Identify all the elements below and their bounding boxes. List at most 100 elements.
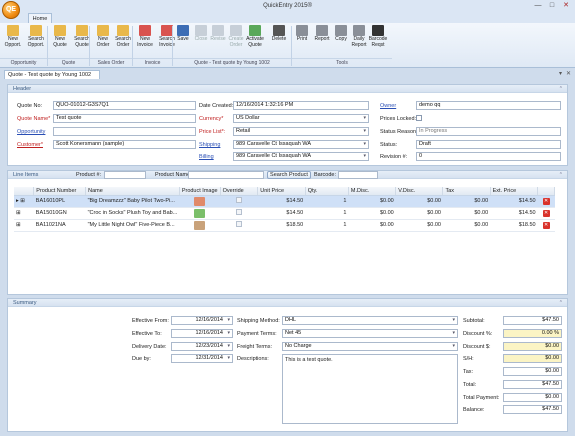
column-header[interactable]: Name: [85, 187, 180, 196]
delete-row-icon[interactable]: ✕: [542, 221, 550, 229]
column-header[interactable]: M.Disc.: [348, 187, 397, 196]
subtotal-field[interactable]: $47.50: [503, 316, 562, 325]
maximize-button[interactable]: □: [545, 0, 559, 12]
cell-name[interactable]: "Croc in Socks" Plush Toy and Bab...: [85, 207, 180, 220]
override-checkbox[interactable]: [235, 209, 242, 215]
billing-select[interactable]: 989 Caravelle Ct Issaquah WA: [233, 152, 369, 161]
currency-select[interactable]: US Dollar: [233, 114, 369, 123]
save-button[interactable]: Save: [173, 25, 193, 43]
effective-to-picker[interactable]: 12/16/2014: [171, 329, 233, 338]
column-header[interactable]: Tax: [442, 187, 491, 196]
copy-button[interactable]: Copy: [331, 25, 351, 43]
collapse-icon[interactable]: ⌃: [559, 299, 563, 307]
cell-tax[interactable]: $0.00: [442, 195, 491, 208]
cell-mdisc[interactable]: $0.00: [348, 207, 396, 220]
sh-field[interactable]: $0.00: [503, 354, 562, 363]
override-checkbox[interactable]: [235, 197, 242, 203]
activate-quote-button[interactable]: Activate Quote: [245, 25, 265, 48]
column-header[interactable]: Unit Price: [257, 187, 306, 196]
cell-tax[interactable]: $0.00: [442, 207, 491, 220]
product-no-input[interactable]: [104, 171, 146, 179]
revision-field[interactable]: 0: [416, 152, 561, 161]
shipping-select[interactable]: 989 Caravelle Ct Issaquah WA: [233, 140, 369, 149]
shipping-link[interactable]: Shipping: [199, 142, 220, 148]
column-header[interactable]: Product Image: [179, 187, 221, 196]
discount-pct-field[interactable]: 0.00 %: [503, 329, 562, 338]
column-header[interactable]: Ext. Price: [490, 187, 539, 196]
column-header[interactable]: Product Number: [33, 187, 87, 196]
cell-unit[interactable]: $18.50: [257, 219, 306, 232]
close-document-button[interactable]: ✕: [566, 70, 571, 77]
prices-locked-checkbox[interactable]: [416, 115, 422, 121]
billing-link[interactable]: Billing: [199, 154, 214, 160]
delete-row-icon[interactable]: ✕: [542, 209, 550, 217]
close-window-button[interactable]: ✕: [559, 0, 573, 12]
cell-vdisc[interactable]: $0.00: [395, 207, 443, 220]
new-invoice-button[interactable]: New Invoice: [135, 25, 155, 48]
cell-number[interactable]: BA11021NA: [33, 219, 86, 232]
balance-field[interactable]: $47.50: [503, 405, 562, 414]
cell-ext[interactable]: $14.50: [490, 195, 538, 208]
cell-vdisc[interactable]: $0.00: [395, 219, 443, 232]
cell-mdisc[interactable]: $0.00: [348, 219, 396, 232]
total-field[interactable]: $47.50: [503, 380, 562, 389]
cell-number[interactable]: BA15010GN: [33, 207, 86, 220]
tax-field[interactable]: $0.00: [503, 367, 562, 376]
search-product-button[interactable]: Search Product: [267, 171, 311, 179]
price-list-select[interactable]: Retail: [233, 127, 369, 136]
daily-report-button[interactable]: Daily Report: [349, 25, 369, 48]
override-checkbox[interactable]: [235, 221, 242, 227]
quote-name-field[interactable]: Test quote: [53, 114, 196, 123]
expand-row-button[interactable]: ⊞: [14, 219, 34, 232]
total-payment-field[interactable]: $0.00: [503, 393, 562, 402]
cell-name[interactable]: "Big Dreamzzz" Baby Pilot Two-Pi...: [85, 195, 180, 208]
effective-from-picker[interactable]: 12/16/2014: [171, 316, 233, 325]
opportunity-link[interactable]: Opportunity: [17, 129, 45, 135]
delete-button[interactable]: Delete: [269, 25, 289, 43]
expand-row-button[interactable]: ▸ ⊞: [14, 195, 34, 208]
shipping-method-select[interactable]: DHL: [282, 316, 458, 325]
expand-row-button[interactable]: ⊞: [14, 207, 34, 220]
quote-no-field[interactable]: QUO-01012-G3S7Q1: [53, 101, 196, 110]
cell-ext[interactable]: $18.50: [490, 219, 538, 232]
cell-tax[interactable]: $0.00: [442, 219, 491, 232]
collapse-icon[interactable]: ⌃: [559, 85, 563, 93]
owner-link[interactable]: Owner: [380, 103, 396, 109]
pin-icon[interactable]: ▾: [559, 70, 562, 77]
document-tab[interactable]: Quote - Test quote by Young 1002: [4, 70, 100, 79]
report-button[interactable]: Report: [312, 25, 332, 43]
customer-field[interactable]: Scott Konersmann (sample): [53, 140, 196, 149]
customer-link[interactable]: Customer*: [17, 142, 43, 148]
column-header[interactable]: Override: [220, 187, 259, 196]
create-order-button[interactable]: Create Order: [226, 25, 246, 48]
barcode-input[interactable]: [338, 171, 378, 179]
status-reason-field[interactable]: In Progress: [416, 127, 561, 136]
cell-mdisc[interactable]: $0.00: [348, 195, 396, 208]
cell-qty[interactable]: 1: [305, 195, 349, 208]
owner-field[interactable]: demo qq: [416, 101, 561, 110]
date-created-field[interactable]: 12/16/2014 1:32:16 PM: [233, 101, 369, 110]
column-header[interactable]: V.Disc.: [395, 187, 444, 196]
minimize-button[interactable]: —: [531, 0, 545, 12]
table-row[interactable]: ▸ ⊞ BA16010PL "Big Dreamzzz" Baby Pilot Tw…: [14, 195, 555, 208]
new-opport-button[interactable]: New Opport.: [3, 25, 23, 48]
opportunity-field[interactable]: [53, 127, 196, 136]
app-logo-button[interactable]: QE: [2, 1, 20, 19]
product-name-input[interactable]: [188, 171, 264, 179]
delete-row-icon[interactable]: ✕: [542, 197, 550, 205]
new-order-button[interactable]: New Order: [93, 25, 113, 48]
cell-qty[interactable]: 1: [305, 207, 349, 220]
discount-amt-field[interactable]: $0.00: [503, 342, 562, 351]
search-order-button[interactable]: Search Order: [113, 25, 133, 48]
collapse-icon[interactable]: ⌃: [559, 171, 563, 179]
barcode-reqst-button[interactable]: Barcode Reqst: [368, 25, 388, 48]
new-quote-button[interactable]: New Quote: [50, 25, 70, 48]
cell-unit[interactable]: $14.50: [257, 195, 306, 208]
print-button[interactable]: Print: [292, 25, 312, 43]
cell-qty[interactable]: 1: [305, 219, 349, 232]
cell-ext[interactable]: $14.50: [490, 207, 538, 220]
cell-vdisc[interactable]: $0.00: [395, 195, 443, 208]
search-opport-button[interactable]: Search Opport.: [26, 25, 46, 48]
table-row[interactable]: ⊞ BA15010GN "Croc in Socks" Plush Toy and …: [14, 207, 555, 220]
column-header[interactable]: Qty.: [305, 187, 349, 196]
